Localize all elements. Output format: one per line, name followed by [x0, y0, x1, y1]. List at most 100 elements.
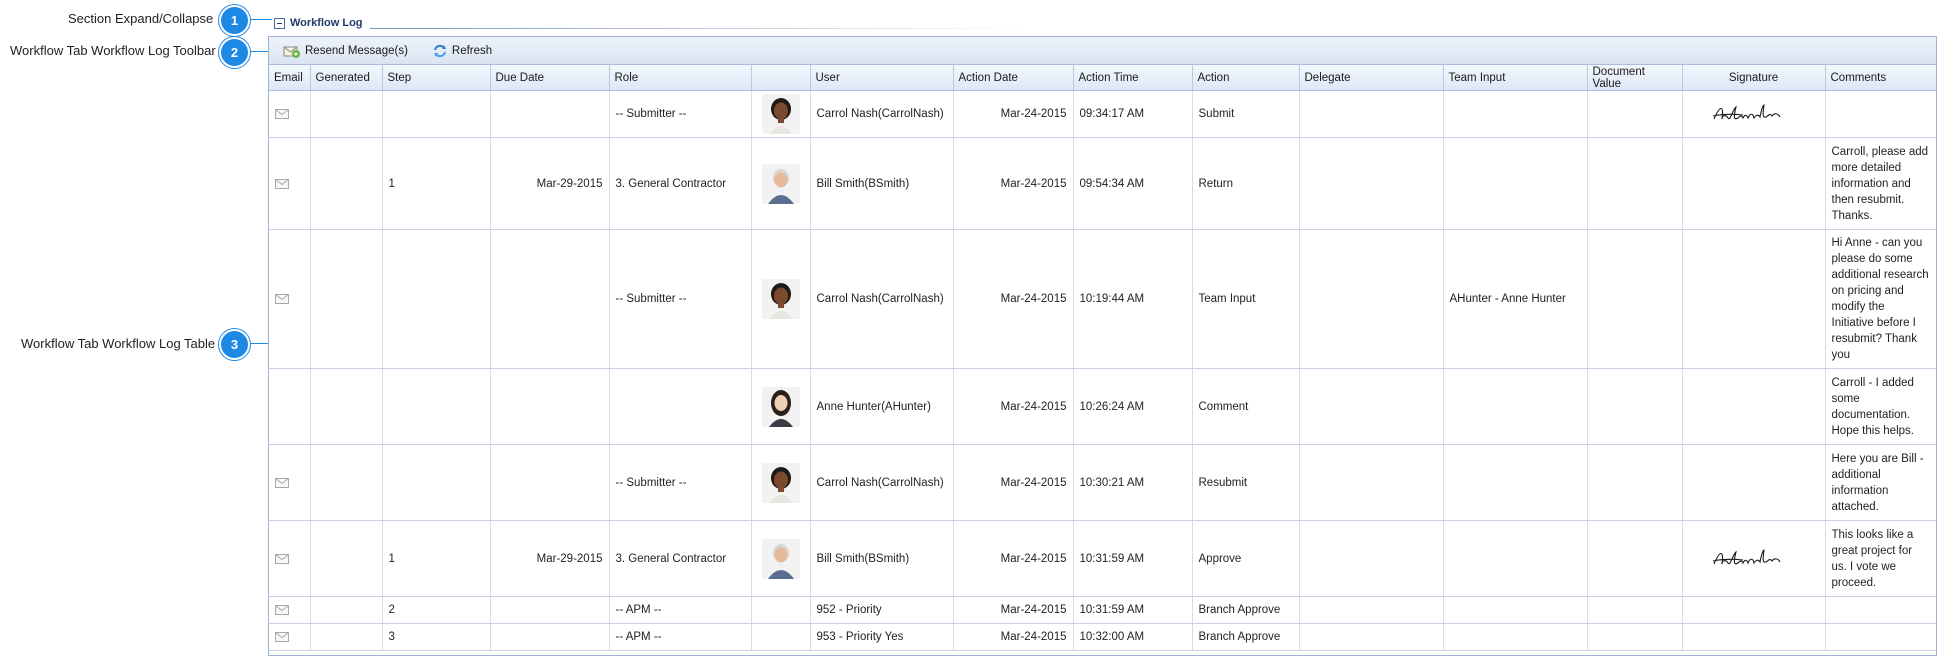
generated-cell: [310, 90, 383, 138]
envelope-icon[interactable]: [275, 632, 289, 642]
column-header-team-input[interactable]: Team Input: [1443, 65, 1588, 91]
step-cell: 1: [382, 520, 491, 597]
action-time-cell: 10:26:24 AM: [1073, 368, 1193, 445]
signature-cell: [1682, 90, 1826, 138]
signature-cell: [1682, 444, 1826, 521]
team-input-cell: [1443, 596, 1588, 624]
comments-cell: [1825, 596, 1936, 624]
envelope-icon[interactable]: [275, 178, 289, 189]
action-cell: Branch Approve: [1192, 596, 1300, 624]
step-cell: [382, 444, 491, 521]
action-date-cell: Mar-24-2015: [953, 229, 1074, 369]
resend-messages-button[interactable]: Resend Message(s): [283, 44, 408, 58]
column-header-user[interactable]: User: [810, 65, 954, 91]
envelope-icon[interactable]: [275, 294, 289, 304]
step-cell: [382, 368, 491, 445]
table-row[interactable]: -- Submitter -- Carrol Nash(CarrolNash) Ma…: [269, 229, 1936, 369]
column-header-action-time[interactable]: Action Time: [1073, 65, 1193, 91]
callout-label-2: Workflow Tab Workflow Log Toolbar: [10, 43, 216, 58]
envelope-icon[interactable]: [275, 477, 289, 488]
role-cell: -- Submitter --: [609, 90, 752, 138]
callout-leader-1: [250, 19, 272, 20]
avatar: [761, 538, 800, 579]
user-cell: Carrol Nash(CarrolNash): [810, 229, 954, 369]
table-row[interactable]: 1 Mar-29-2015 3. General Contractor Bill Sm…: [269, 520, 1936, 597]
document-value-cell: [1587, 90, 1683, 138]
action-time-cell: 10:31:59 AM: [1073, 520, 1193, 597]
document-value-cell: [1587, 596, 1683, 624]
generated-cell: [310, 444, 383, 521]
action-date-cell: Mar-24-2015: [953, 368, 1074, 445]
column-header-action[interactable]: Action: [1192, 65, 1300, 91]
user-cell: Carrol Nash(CarrolNash): [810, 90, 954, 138]
column-header-action-date[interactable]: Action Date: [953, 65, 1074, 91]
callout-label-1: Section Expand/Collapse: [68, 11, 214, 26]
workflow-log-grid: Resend Message(s) Refresh Email Generate…: [268, 36, 1937, 656]
document-value-cell: [1587, 229, 1683, 369]
document-value-cell: [1587, 520, 1683, 597]
user-cell: Bill Smith(BSmith): [810, 137, 954, 230]
envelope-icon[interactable]: [275, 605, 289, 615]
resend-message-icon: [283, 46, 300, 58]
comments-cell: Carroll - I added some documentation. Ho…: [1825, 368, 1936, 445]
column-header-role[interactable]: Role: [609, 65, 752, 91]
action-date-cell: Mar-24-2015: [953, 623, 1074, 651]
generated-cell: [310, 596, 383, 624]
role-cell: 3. General Contractor: [609, 520, 752, 597]
envelope-icon[interactable]: [275, 553, 289, 564]
comments-cell: Here you are Bill - additional informati…: [1825, 444, 1936, 521]
action-cell: Return: [1192, 137, 1300, 230]
column-header-step[interactable]: Step: [382, 65, 491, 91]
step-cell: [382, 90, 491, 138]
delegate-cell: [1299, 444, 1444, 521]
signature-cell: [1682, 368, 1826, 445]
signature-image: [1712, 548, 1780, 565]
table-row[interactable]: -- Submitter -- Carrol Nash(CarrolNash) Ma…: [269, 90, 1936, 138]
table-row[interactable]: -- Submitter -- Carrol Nash(CarrolNash) Ma…: [269, 444, 1936, 521]
team-input-cell: [1443, 90, 1588, 138]
signature-cell: [1682, 596, 1826, 624]
column-header-signature[interactable]: Signature: [1682, 65, 1826, 91]
envelope-icon[interactable]: [275, 109, 289, 119]
refresh-button[interactable]: Refresh: [432, 44, 492, 58]
column-header-generated[interactable]: Generated: [310, 65, 383, 91]
comments-cell: [1825, 90, 1936, 138]
action-date-cell: Mar-24-2015: [953, 520, 1074, 597]
team-input-cell: AHunter - Anne Hunter: [1443, 229, 1588, 369]
column-header-comments[interactable]: Comments: [1825, 65, 1936, 91]
due-date-cell: Mar-29-2015: [490, 520, 610, 597]
email-cell: [269, 596, 311, 624]
generated-cell: [310, 623, 383, 651]
section-header[interactable]: Workflow Log: [274, 15, 363, 31]
team-input-cell: [1443, 520, 1588, 597]
generated-cell: [310, 137, 383, 230]
callout-badge-2: 2: [219, 37, 250, 68]
comments-cell: Carroll, please add more detailed inform…: [1825, 137, 1936, 230]
column-header-due-date[interactable]: Due Date: [490, 65, 610, 91]
comments-cell: Hi Anne - can you please do some additio…: [1825, 229, 1936, 369]
column-header-delegate[interactable]: Delegate: [1299, 65, 1444, 91]
table-row[interactable]: 2 -- APM -- 952 - Priority Mar-24-2015 10:31…: [269, 596, 1936, 624]
team-input-cell: [1443, 137, 1588, 230]
column-header-document-value[interactable]: Document Value: [1587, 65, 1683, 91]
team-input-cell: [1443, 623, 1588, 651]
action-time-cell: 10:30:21 AM: [1073, 444, 1193, 521]
step-cell: 3: [382, 623, 491, 651]
column-header-email[interactable]: Email: [269, 65, 311, 91]
column-header-avatar[interactable]: [751, 65, 811, 91]
collapse-icon[interactable]: [274, 17, 285, 29]
role-cell: 3. General Contractor: [609, 137, 752, 230]
avatar: [761, 386, 800, 427]
action-time-cell: 10:31:59 AM: [1073, 596, 1193, 624]
role-cell: -- Submitter --: [609, 229, 752, 369]
callout-label-3: Workflow Tab Workflow Log Table: [21, 336, 216, 351]
signature-image: [1712, 104, 1780, 120]
avatar-cell: [751, 596, 811, 624]
table-row[interactable]: Anne Hunter(AHunter) Mar-24-2015 10:26:24 …: [269, 368, 1936, 445]
table-row[interactable]: 3 -- APM -- 953 - Priority Yes Mar-24-2015 1…: [269, 623, 1936, 651]
action-date-cell: Mar-24-2015: [953, 444, 1074, 521]
document-value-cell: [1587, 623, 1683, 651]
due-date-cell: [490, 444, 610, 521]
email-cell: [269, 444, 311, 521]
table-row[interactable]: 1 Mar-29-2015 3. General Contractor Bill Sm…: [269, 137, 1936, 230]
